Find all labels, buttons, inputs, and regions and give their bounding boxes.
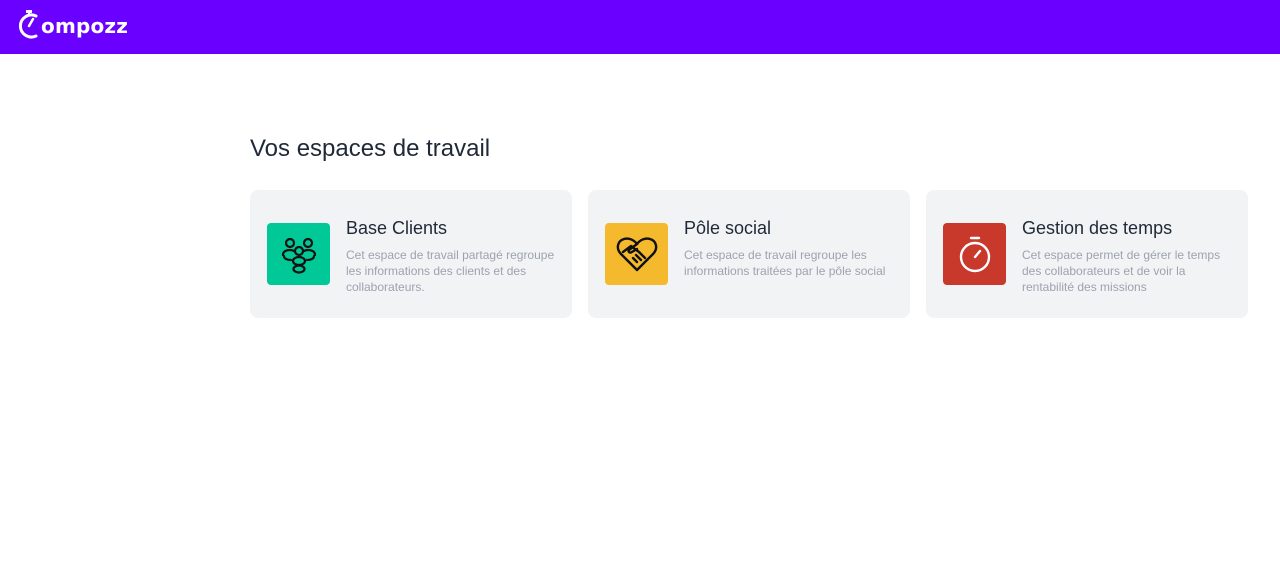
- top-navbar: ompozz: [0, 0, 1280, 54]
- heart-handshake-icon: [605, 223, 668, 285]
- workspace-card-pole-social[interactable]: Pôle social Cet espace de travail regrou…: [588, 190, 910, 318]
- workspace-card-base-clients[interactable]: Base Clients Cet espace de travail parta…: [250, 190, 572, 318]
- workspace-card-gestion-des-temps[interactable]: Gestion des temps Cet espace permet de g…: [926, 190, 1248, 318]
- stopwatch-icon: [943, 223, 1006, 285]
- workspace-title: Base Clients: [346, 218, 448, 238]
- workspace-description: Cet espace de travail partagé regroupe l…: [346, 248, 555, 294]
- workspace-cards: Base Clients Cet espace de travail parta…: [250, 190, 1248, 318]
- logo-text: ompozz: [41, 14, 129, 38]
- users-group-icon: [267, 223, 330, 285]
- compozz-logo-c-icon: [18, 10, 38, 39]
- workspace-title: Gestion des temps: [1022, 218, 1173, 238]
- compozz-logo[interactable]: ompozz: [16, 9, 128, 43]
- workspace-title: Pôle social: [684, 218, 772, 238]
- workspace-description: Cet espace permet de gérer le temps des …: [1022, 248, 1221, 294]
- page-title: Vos espaces de travail: [250, 135, 491, 162]
- workspace-description: Cet espace de travail regroupe les infor…: [684, 248, 886, 278]
